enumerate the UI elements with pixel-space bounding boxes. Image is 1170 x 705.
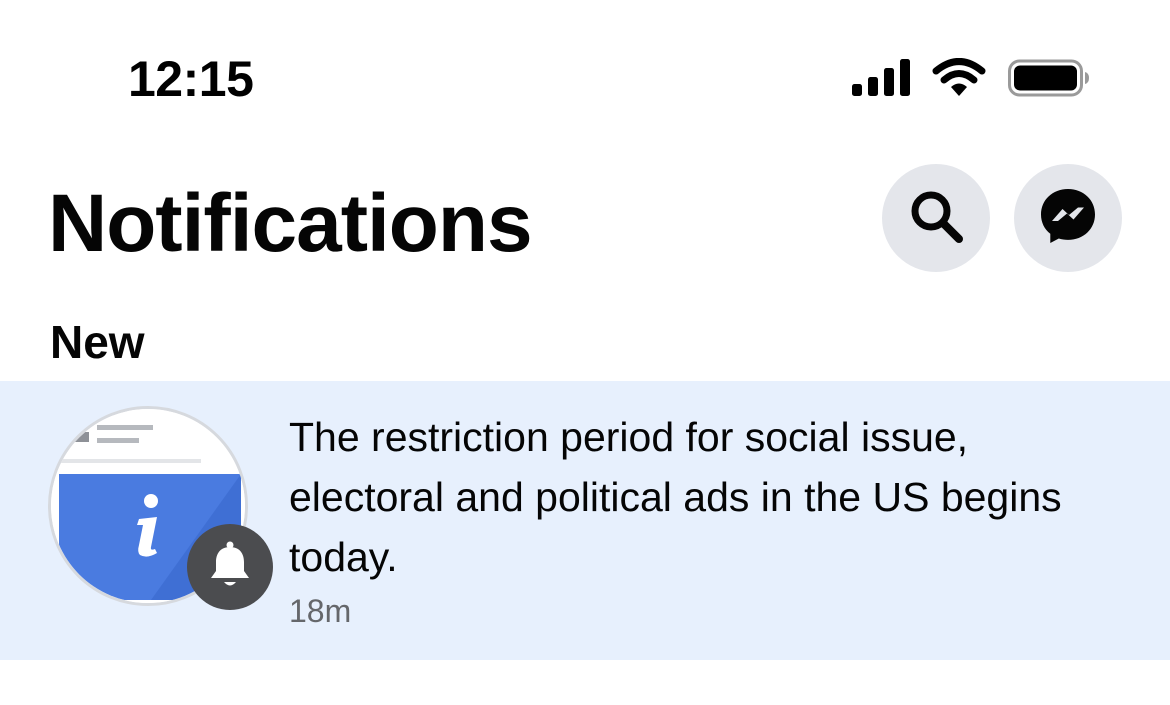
search-button[interactable] [882,164,990,272]
notification-badge [187,524,273,610]
notification-time: 18m [289,593,352,629]
page-title: Notifications [48,178,533,269]
notification-item[interactable]: The restriction period for social issue,… [0,381,1170,660]
wifi-icon [932,58,986,98]
section-label-new: New [50,316,145,368]
battery-icon [1008,58,1090,98]
notification-text: The restriction period for social issue,… [289,414,1062,580]
cellular-signal-icon [852,58,910,98]
status-time: 12:15 [128,51,254,107]
bell-icon [207,540,253,595]
messenger-icon [1037,185,1099,252]
status-icons [852,58,1090,98]
search-icon [906,186,966,251]
messenger-button[interactable] [1014,164,1122,272]
